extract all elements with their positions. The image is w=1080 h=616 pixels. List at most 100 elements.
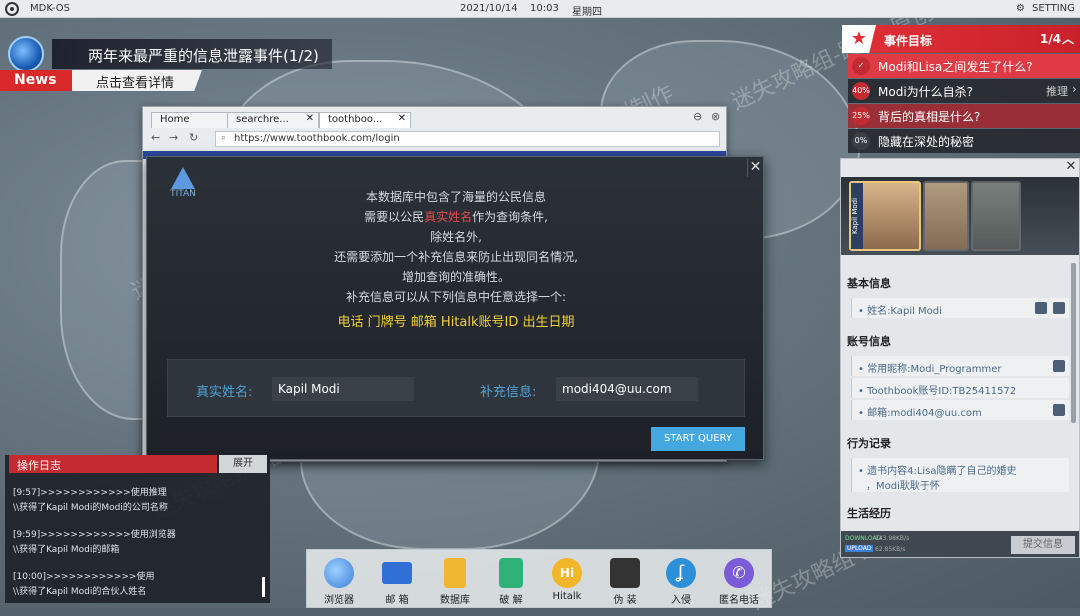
instruction-text: 需要以公民 — [364, 210, 425, 224]
document-icon — [1053, 302, 1065, 314]
event-goals-header[interactable]: ★ 事件目标 1/4 ︿ — [842, 25, 1080, 53]
goal-item-3[interactable]: 25% 背后的真相是什么? — [848, 104, 1080, 128]
supplement-options: 电话 门牌号 邮箱 Hitalk账号ID 出生日期 — [337, 315, 575, 330]
globe-icon — [8, 36, 44, 72]
forward-icon[interactable]: → — [169, 131, 178, 144]
goal-item-1[interactable]: ✓ Modi和Lisa之间发生了什么? — [848, 54, 1080, 78]
os-name: MDK-OS — [30, 3, 70, 14]
info-item-text: 姓名:Kapil Modi — [867, 306, 942, 317]
submit-info-button[interactable]: 提交信息 — [1011, 536, 1075, 554]
minimize-icon[interactable]: ⊖ — [693, 110, 702, 123]
close-icon[interactable]: ✕ — [747, 159, 763, 177]
goal-text: Modi为什么自杀? — [878, 85, 974, 99]
news-banner[interactable]: 两年来最严重的信息泄露事件(1/2) News 点击查看详情 — [0, 36, 340, 92]
news-title[interactable]: 两年来最严重的信息泄露事件(1/2) — [52, 39, 332, 69]
dock-database[interactable]: 数据库 — [429, 558, 481, 608]
close-window-icon[interactable]: ⊗ — [711, 110, 720, 123]
close-icon[interactable]: ✕ — [1063, 159, 1079, 175]
dock-mail[interactable]: 邮 箱 — [371, 558, 423, 608]
dialog-instructions: 本数据库中包含了海量的公民信息 需要以公民真实姓名作为查询条件, 除姓名外, 还… — [147, 187, 765, 307]
avatar-unknown[interactable] — [971, 181, 1021, 251]
goal-text: Modi和Lisa之间发生了什么? — [878, 60, 1033, 74]
goal-item-4[interactable]: 0% 隐藏在深处的秘密 — [848, 129, 1080, 153]
event-goals-panel: ★ 事件目标 1/4 ︿ ✓ Modi和Lisa之间发生了什么? 40% Mod… — [842, 25, 1080, 155]
shield-icon — [1053, 360, 1065, 372]
start-query-button[interactable]: START QUERY — [651, 427, 745, 451]
instruction-text: 作为查询条件, — [472, 210, 548, 224]
gear-icon[interactable]: ⚙ — [1016, 3, 1025, 14]
info-item-name[interactable]: • 姓名:Kapil Modi — [851, 298, 1069, 318]
info-item-text: 遗书内容4:Lisa隐瞒了自己的婚史 — [867, 466, 1017, 477]
dock-disguise[interactable]: 伪 装 — [599, 558, 651, 608]
download-rate: 143.98KB/s — [875, 535, 910, 542]
dock-label: 破 解 — [499, 595, 523, 606]
log-entry: [9:59]>>>>>>>>>>>>使用浏览器 — [13, 530, 176, 540]
supplement-input[interactable]: modi404@uu.com — [556, 377, 698, 401]
dock-label: 数据库 — [440, 595, 470, 606]
tab-search[interactable]: searchre... ✕ — [227, 112, 319, 128]
log-scrollbar[interactable] — [262, 577, 265, 597]
disguise-icon — [610, 558, 640, 588]
system-top-bar: MDK-OS 2021/10/14 10:03 星期四 ⚙ SETTING — [0, 0, 1080, 18]
dock-label: 入侵 — [671, 595, 691, 606]
info-item-toothbook-id[interactable]: • Toothbook账号ID:TB25411572 — [851, 378, 1069, 398]
avatar-kapil-modi[interactable]: Kapil Modi — [849, 181, 921, 251]
search-icon: ⌕ — [221, 133, 227, 143]
instruction-line: 需要以公民真实姓名作为查询条件, — [147, 207, 765, 227]
info-item-suicide-note[interactable]: • 遗书内容4:Lisa隐瞒了自己的婚史 ，Modi耿耿于怀 — [851, 458, 1069, 492]
close-icon[interactable]: ✕ — [398, 113, 406, 124]
upload-rate: 62.85KB/s — [875, 546, 906, 553]
operation-log-panel: 操作日志 展开 [9:57]>>>>>>>>>>>>使用推理 \\获得了Kapi… — [5, 455, 270, 603]
refresh-icon[interactable]: ↻ — [189, 131, 198, 144]
log-entry: \\获得了Kapil Modi的合伙人姓名 — [13, 587, 147, 597]
query-form: 真实姓名: Kapil Modi 补充信息: modi404@uu.com — [167, 359, 745, 417]
dock-label: 浏览器 — [324, 595, 354, 606]
info-item-text: Toothbook账号ID:TB25411572 — [867, 386, 1017, 397]
supplement-label: 补充信息: — [480, 385, 537, 400]
instruction-line: 补充信息可以从下列信息中任意选择一个: — [345, 290, 567, 304]
dock-intrude[interactable]: ʆ 入侵 — [655, 558, 707, 608]
tab-label: searchre... — [236, 114, 289, 125]
chevron-up-icon[interactable]: ︿ — [1062, 30, 1074, 47]
info-item-email[interactable]: • 邮箱:modi404@uu.com — [851, 400, 1069, 420]
weekday-display: 星期四 — [572, 7, 602, 18]
dock-anon-phone[interactable]: ✆ 匿名电话 — [713, 558, 765, 608]
tab-toothbook[interactable]: toothboo... ✕ — [319, 112, 411, 128]
dock-label: Hitalk — [552, 591, 582, 602]
star-icon: ★ — [842, 25, 876, 53]
goal-item-2[interactable]: 40% Modi为什么自杀? 推理 › — [848, 79, 1080, 103]
crack-icon — [499, 558, 523, 588]
dock-browser[interactable]: 浏览器 — [313, 558, 365, 608]
scrollbar[interactable] — [1071, 263, 1076, 423]
log-entry: \\获得了Kapil Modi的邮箱 — [13, 545, 120, 555]
back-icon[interactable]: ← — [151, 131, 160, 144]
reason-button[interactable]: 推理 — [1046, 83, 1068, 99]
dock-crack[interactable]: 破 解 — [485, 558, 537, 608]
progress-badge: 25% — [852, 107, 870, 125]
tab-label: Home — [160, 114, 190, 125]
url-bar[interactable]: https://www.toothbook.com/login — [215, 131, 720, 147]
expand-button[interactable]: 展开 — [219, 455, 267, 473]
news-detail-link[interactable]: 点击查看详情 — [72, 70, 202, 91]
tab-label: toothboo... — [328, 114, 383, 125]
shield-icon — [1035, 302, 1047, 314]
titan-logo-icon — [171, 167, 195, 189]
setting-button[interactable]: SETTING — [1032, 3, 1075, 14]
log-entry: [10:00]>>>>>>>>>>>>使用 — [13, 572, 155, 582]
mail-icon — [382, 562, 412, 584]
portrait-name: Kapil Modi — [851, 183, 863, 249]
portrait-strip: Kapil Modi — [841, 177, 1079, 255]
event-goals-count: 1/4 — [1040, 32, 1062, 46]
dock-label: 邮 箱 — [385, 595, 409, 606]
real-name-input[interactable]: Kapil Modi — [272, 377, 414, 401]
check-icon: ✓ — [852, 57, 870, 75]
goal-text: 隐藏在深处的秘密 — [878, 135, 975, 149]
dock-label: 伪 装 — [613, 595, 637, 606]
close-icon[interactable]: ✕ — [306, 113, 314, 124]
dock-hitalk[interactable]: Hi Hitalk — [541, 558, 593, 608]
log-entry: \\获得了Kapil Modi的Modi的公司名称 — [13, 503, 168, 513]
info-item-nickname[interactable]: • 常用昵称:Modi_Programmer — [851, 356, 1069, 376]
real-name-label: 真实姓名: — [196, 385, 253, 400]
avatar-lisa[interactable] — [923, 181, 969, 251]
phone-icon: ✆ — [724, 558, 754, 588]
